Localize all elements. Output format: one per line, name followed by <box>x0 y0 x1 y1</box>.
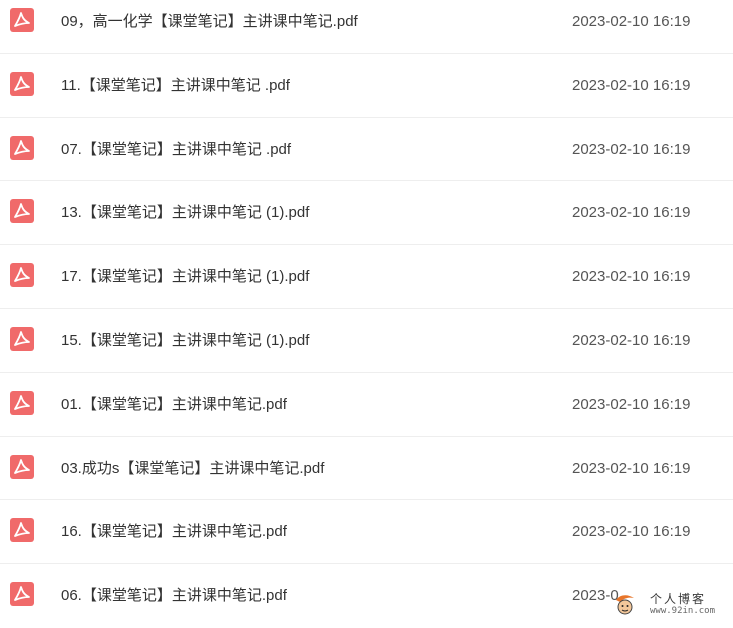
file-date: 2023-02-10 16:19 <box>572 13 691 30</box>
file-name[interactable]: 15.【课堂笔记】主讲课中笔记 (1).pdf <box>61 331 309 351</box>
file-date: 2023-02-10 16:19 <box>572 268 691 286</box>
file-row[interactable]: 06.【课堂笔记】主讲课中笔记.pdf 2023-0 <box>0 564 733 628</box>
file-date: 2023-02-10 16:19 <box>572 523 691 541</box>
file-name[interactable]: 01.【课堂笔记】主讲课中笔记.pdf <box>61 395 287 415</box>
pdf-icon <box>10 263 34 288</box>
file-date: 2023-02-10 16:19 <box>572 331 691 349</box>
file-date: 2023-02-10 16:19 <box>572 204 691 222</box>
pdf-icon <box>10 135 34 160</box>
pdf-icon <box>10 71 34 96</box>
pdf-icon <box>10 454 34 479</box>
pdf-icon <box>10 518 34 543</box>
file-row[interactable]: 16.【课堂笔记】主讲课中笔记.pdf 2023-02-10 16:19 <box>0 500 733 565</box>
file-row[interactable]: 01.【课堂笔记】主讲课中笔记.pdf 2023-02-10 16:19 <box>0 373 733 437</box>
file-date: 2023-02-10 16:19 <box>572 140 691 158</box>
pdf-icon <box>10 8 34 32</box>
pdf-icon <box>10 199 34 224</box>
pdf-icon <box>10 326 34 351</box>
pdf-icon <box>10 390 34 415</box>
file-name[interactable]: 16.【课堂笔记】主讲课中笔记.pdf <box>61 522 287 542</box>
file-row[interactable]: 13.【课堂笔记】主讲课中笔记 (1).pdf 2023-02-10 16:19 <box>0 181 733 246</box>
file-date: 2023-02-10 16:19 <box>572 459 691 477</box>
file-name[interactable]: 06.【课堂笔记】主讲课中笔记.pdf <box>61 586 287 606</box>
file-row[interactable]: 15.【课堂笔记】主讲课中笔记 (1).pdf 2023-02-10 16:19 <box>0 309 733 373</box>
file-date: 2023-0 <box>572 587 619 605</box>
file-name[interactable]: 17.【课堂笔记】主讲课中笔记 (1).pdf <box>61 267 309 287</box>
file-row[interactable]: 03.成功s【课堂笔记】主讲课中笔记.pdf 2023-02-10 16:19 <box>0 437 733 501</box>
file-list: 09，高一化学【课堂笔记】主讲课中笔记.pdf 2023-02-10 16:19… <box>0 0 733 628</box>
file-name[interactable]: 11.【课堂笔记】主讲课中笔记 .pdf <box>61 76 290 96</box>
file-name[interactable]: 09，高一化学【课堂笔记】主讲课中笔记.pdf <box>61 12 358 32</box>
file-name[interactable]: 07.【课堂笔记】主讲课中笔记 .pdf <box>61 140 291 160</box>
pdf-icon <box>10 582 34 607</box>
file-row[interactable]: 11.【课堂笔记】主讲课中笔记 .pdf 2023-02-10 16:19 <box>0 54 733 118</box>
file-name[interactable]: 13.【课堂笔记】主讲课中笔记 (1).pdf <box>61 203 309 223</box>
file-row[interactable]: 17.【课堂笔记】主讲课中笔记 (1).pdf 2023-02-10 16:19 <box>0 245 733 309</box>
file-date: 2023-02-10 16:19 <box>572 76 691 94</box>
file-name[interactable]: 03.成功s【课堂笔记】主讲课中笔记.pdf <box>61 459 324 479</box>
file-row[interactable]: 09，高一化学【课堂笔记】主讲课中笔记.pdf 2023-02-10 16:19 <box>0 0 733 54</box>
file-row[interactable]: 07.【课堂笔记】主讲课中笔记 .pdf 2023-02-10 16:19 <box>0 118 733 182</box>
file-date: 2023-02-10 16:19 <box>572 395 691 413</box>
